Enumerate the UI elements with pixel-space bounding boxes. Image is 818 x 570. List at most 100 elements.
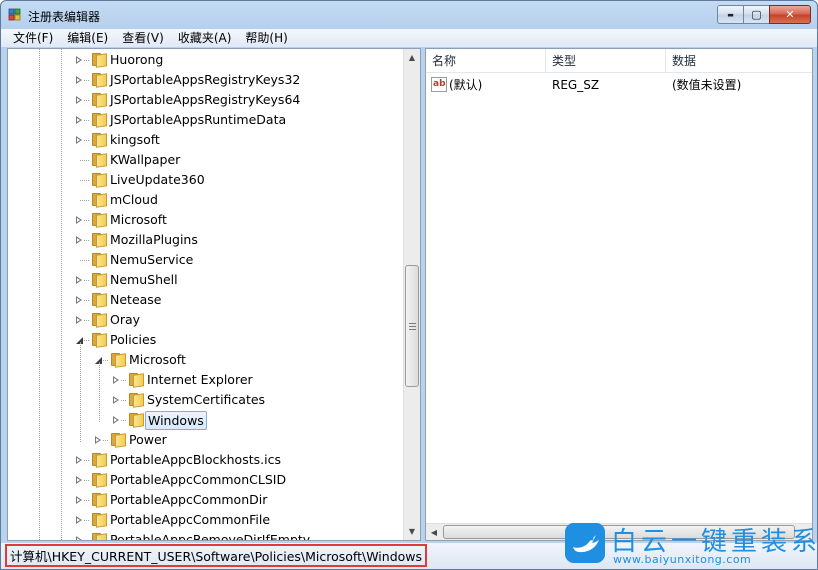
expand-arrow-icon[interactable] — [75, 116, 83, 125]
tree-node[interactable]: kingsoft — [8, 130, 404, 150]
menu-edit[interactable]: 编辑(E) — [60, 29, 115, 47]
tree-node[interactable]: MozillaPlugins — [8, 230, 404, 250]
folder-icon — [92, 113, 108, 128]
key-tree-pane[interactable]: Huorong JSPortableAppsRegistryKeys32 JSPor… — [7, 48, 421, 541]
tree-node[interactable]: NemuShell — [8, 270, 404, 290]
folder-icon — [92, 233, 108, 248]
tree-node[interactable]: Netease — [8, 290, 404, 310]
value-name: (默认) — [449, 78, 483, 92]
scroll-up-arrow-icon[interactable]: ▲ — [404, 49, 420, 66]
folder-icon — [111, 353, 127, 368]
folder-icon — [111, 433, 127, 448]
tree-node[interactable]: mCloud — [8, 190, 404, 210]
folder-icon — [92, 533, 108, 540]
tree-node[interactable]: Power — [8, 430, 404, 450]
tree-vertical-scrollbar[interactable]: ▲ ▼ — [403, 49, 420, 540]
tree-node[interactable]: Internet Explorer — [8, 370, 404, 390]
key-tree: Huorong JSPortableAppsRegistryKeys32 JSPor… — [8, 49, 404, 540]
title-bar[interactable]: 注册表编辑器 ▬ ▢ ✕ — [1, 1, 817, 29]
folder-icon — [92, 173, 108, 188]
tree-node-label: Microsoft — [110, 212, 167, 227]
column-header-name[interactable]: 名称 — [426, 49, 546, 73]
caption-buttons: ▬ ▢ ✕ — [717, 5, 811, 24]
expand-arrow-icon[interactable] — [75, 56, 83, 65]
scroll-down-arrow-icon[interactable]: ▼ — [404, 523, 420, 540]
tree-node-label: PortableAppcCommonDir — [110, 492, 268, 507]
window-title: 注册表编辑器 — [28, 10, 101, 24]
folder-icon — [92, 193, 108, 208]
tree-node[interactable]: KWallpaper — [8, 150, 404, 170]
values-list-pane[interactable]: 名称 类型 数据 ab (默认) REG_SZ (数值未设置) ◀ — [425, 48, 813, 541]
tree-node-label: Policies — [110, 332, 157, 347]
folder-icon — [92, 493, 108, 508]
folder-icon — [92, 153, 108, 168]
tree-node[interactable]: Policies — [8, 330, 404, 350]
tree-connector — [80, 260, 89, 261]
tree-node[interactable]: PortableAppcCommonFile — [8, 510, 404, 530]
folder-icon — [92, 53, 108, 68]
expand-arrow-icon[interactable] — [75, 536, 83, 540]
tree-node-label: JSPortableAppsRegistryKeys64 — [110, 92, 301, 107]
folder-icon — [92, 273, 108, 288]
registry-editor-icon — [8, 8, 21, 21]
expand-arrow-icon[interactable] — [75, 76, 83, 85]
expand-arrow-icon[interactable] — [75, 516, 83, 525]
expand-arrow-icon[interactable] — [112, 396, 120, 405]
expand-arrow-icon[interactable] — [75, 216, 83, 225]
value-data: (数值未设置) — [672, 78, 742, 92]
expand-arrow-icon[interactable] — [75, 316, 83, 325]
value-type: REG_SZ — [552, 78, 600, 92]
maximize-button[interactable]: ▢ — [743, 5, 769, 24]
expand-arrow-icon[interactable] — [75, 296, 83, 305]
expand-arrow-icon[interactable] — [112, 376, 120, 385]
tree-node[interactable]: PortableAppcCommonDir — [8, 490, 404, 510]
tree-node[interactable]: Oray — [8, 310, 404, 330]
tree-node[interactable]: JSPortableAppsRuntimeData — [8, 110, 404, 130]
site-watermark: 白云一键重装系统 www.baiyunxitong.com — [563, 521, 818, 567]
tree-node-label: NemuShell — [110, 272, 178, 287]
tree-node[interactable]: Microsoft — [8, 350, 404, 370]
tree-node-label: NemuService — [110, 252, 194, 267]
tree-node[interactable]: PortableAppcBlockhosts.ics — [8, 450, 404, 470]
tree-node[interactable]: NemuService — [8, 250, 404, 270]
folder-icon — [92, 513, 108, 528]
tree-node[interactable]: Windows — [8, 410, 404, 430]
tree-node-label: JSPortableAppsRegistryKeys32 — [110, 72, 301, 87]
expand-arrow-icon[interactable] — [75, 236, 83, 245]
expand-arrow-icon[interactable] — [75, 476, 83, 485]
tree-node-label: Netease — [110, 292, 162, 307]
registry-editor-window: 注册表编辑器 ▬ ▢ ✕ 文件(F) 编辑(E) 查看(V) 收藏夹(A) 帮助… — [0, 0, 818, 570]
expand-arrow-icon[interactable] — [75, 276, 83, 285]
collapse-arrow-icon[interactable] — [75, 336, 83, 345]
tree-node[interactable]: JSPortableAppsRegistryKeys32 — [8, 70, 404, 90]
expand-arrow-icon[interactable] — [75, 136, 83, 145]
tree-node[interactable]: Huorong — [8, 50, 404, 70]
minimize-button[interactable]: ▬ — [717, 5, 743, 24]
collapse-arrow-icon[interactable] — [94, 356, 102, 365]
menu-view[interactable]: 查看(V) — [115, 29, 171, 47]
close-button[interactable]: ✕ — [769, 5, 811, 24]
expand-arrow-icon[interactable] — [75, 496, 83, 505]
expand-arrow-icon[interactable] — [75, 456, 83, 465]
list-item[interactable]: ab (默认) REG_SZ (数值未设置) — [426, 75, 812, 95]
tree-node[interactable]: SystemCertificates — [8, 390, 404, 410]
tree-node[interactable]: PortableAppcRemoveDirIfEmpty — [8, 530, 404, 540]
tree-node[interactable]: LiveUpdate360 — [8, 170, 404, 190]
column-header-data[interactable]: 数据 — [666, 49, 812, 73]
column-header-type[interactable]: 类型 — [546, 49, 666, 73]
tree-node[interactable]: Microsoft — [8, 210, 404, 230]
folder-icon — [129, 413, 145, 428]
tree-scroll-thumb[interactable] — [405, 265, 419, 387]
tree-node[interactable]: PortableAppcCommonCLSID — [8, 470, 404, 490]
folder-icon — [92, 73, 108, 88]
folder-icon — [129, 393, 145, 408]
scroll-left-arrow-icon[interactable]: ◀ — [426, 524, 442, 540]
expand-arrow-icon[interactable] — [75, 96, 83, 105]
expand-arrow-icon[interactable] — [112, 416, 120, 425]
menu-favorites[interactable]: 收藏夹(A) — [171, 29, 239, 47]
menu-file[interactable]: 文件(F) — [6, 29, 60, 47]
menu-help[interactable]: 帮助(H) — [238, 29, 294, 47]
expand-arrow-icon[interactable] — [94, 436, 102, 445]
tree-node-label: kingsoft — [110, 132, 160, 147]
tree-node[interactable]: JSPortableAppsRegistryKeys64 — [8, 90, 404, 110]
